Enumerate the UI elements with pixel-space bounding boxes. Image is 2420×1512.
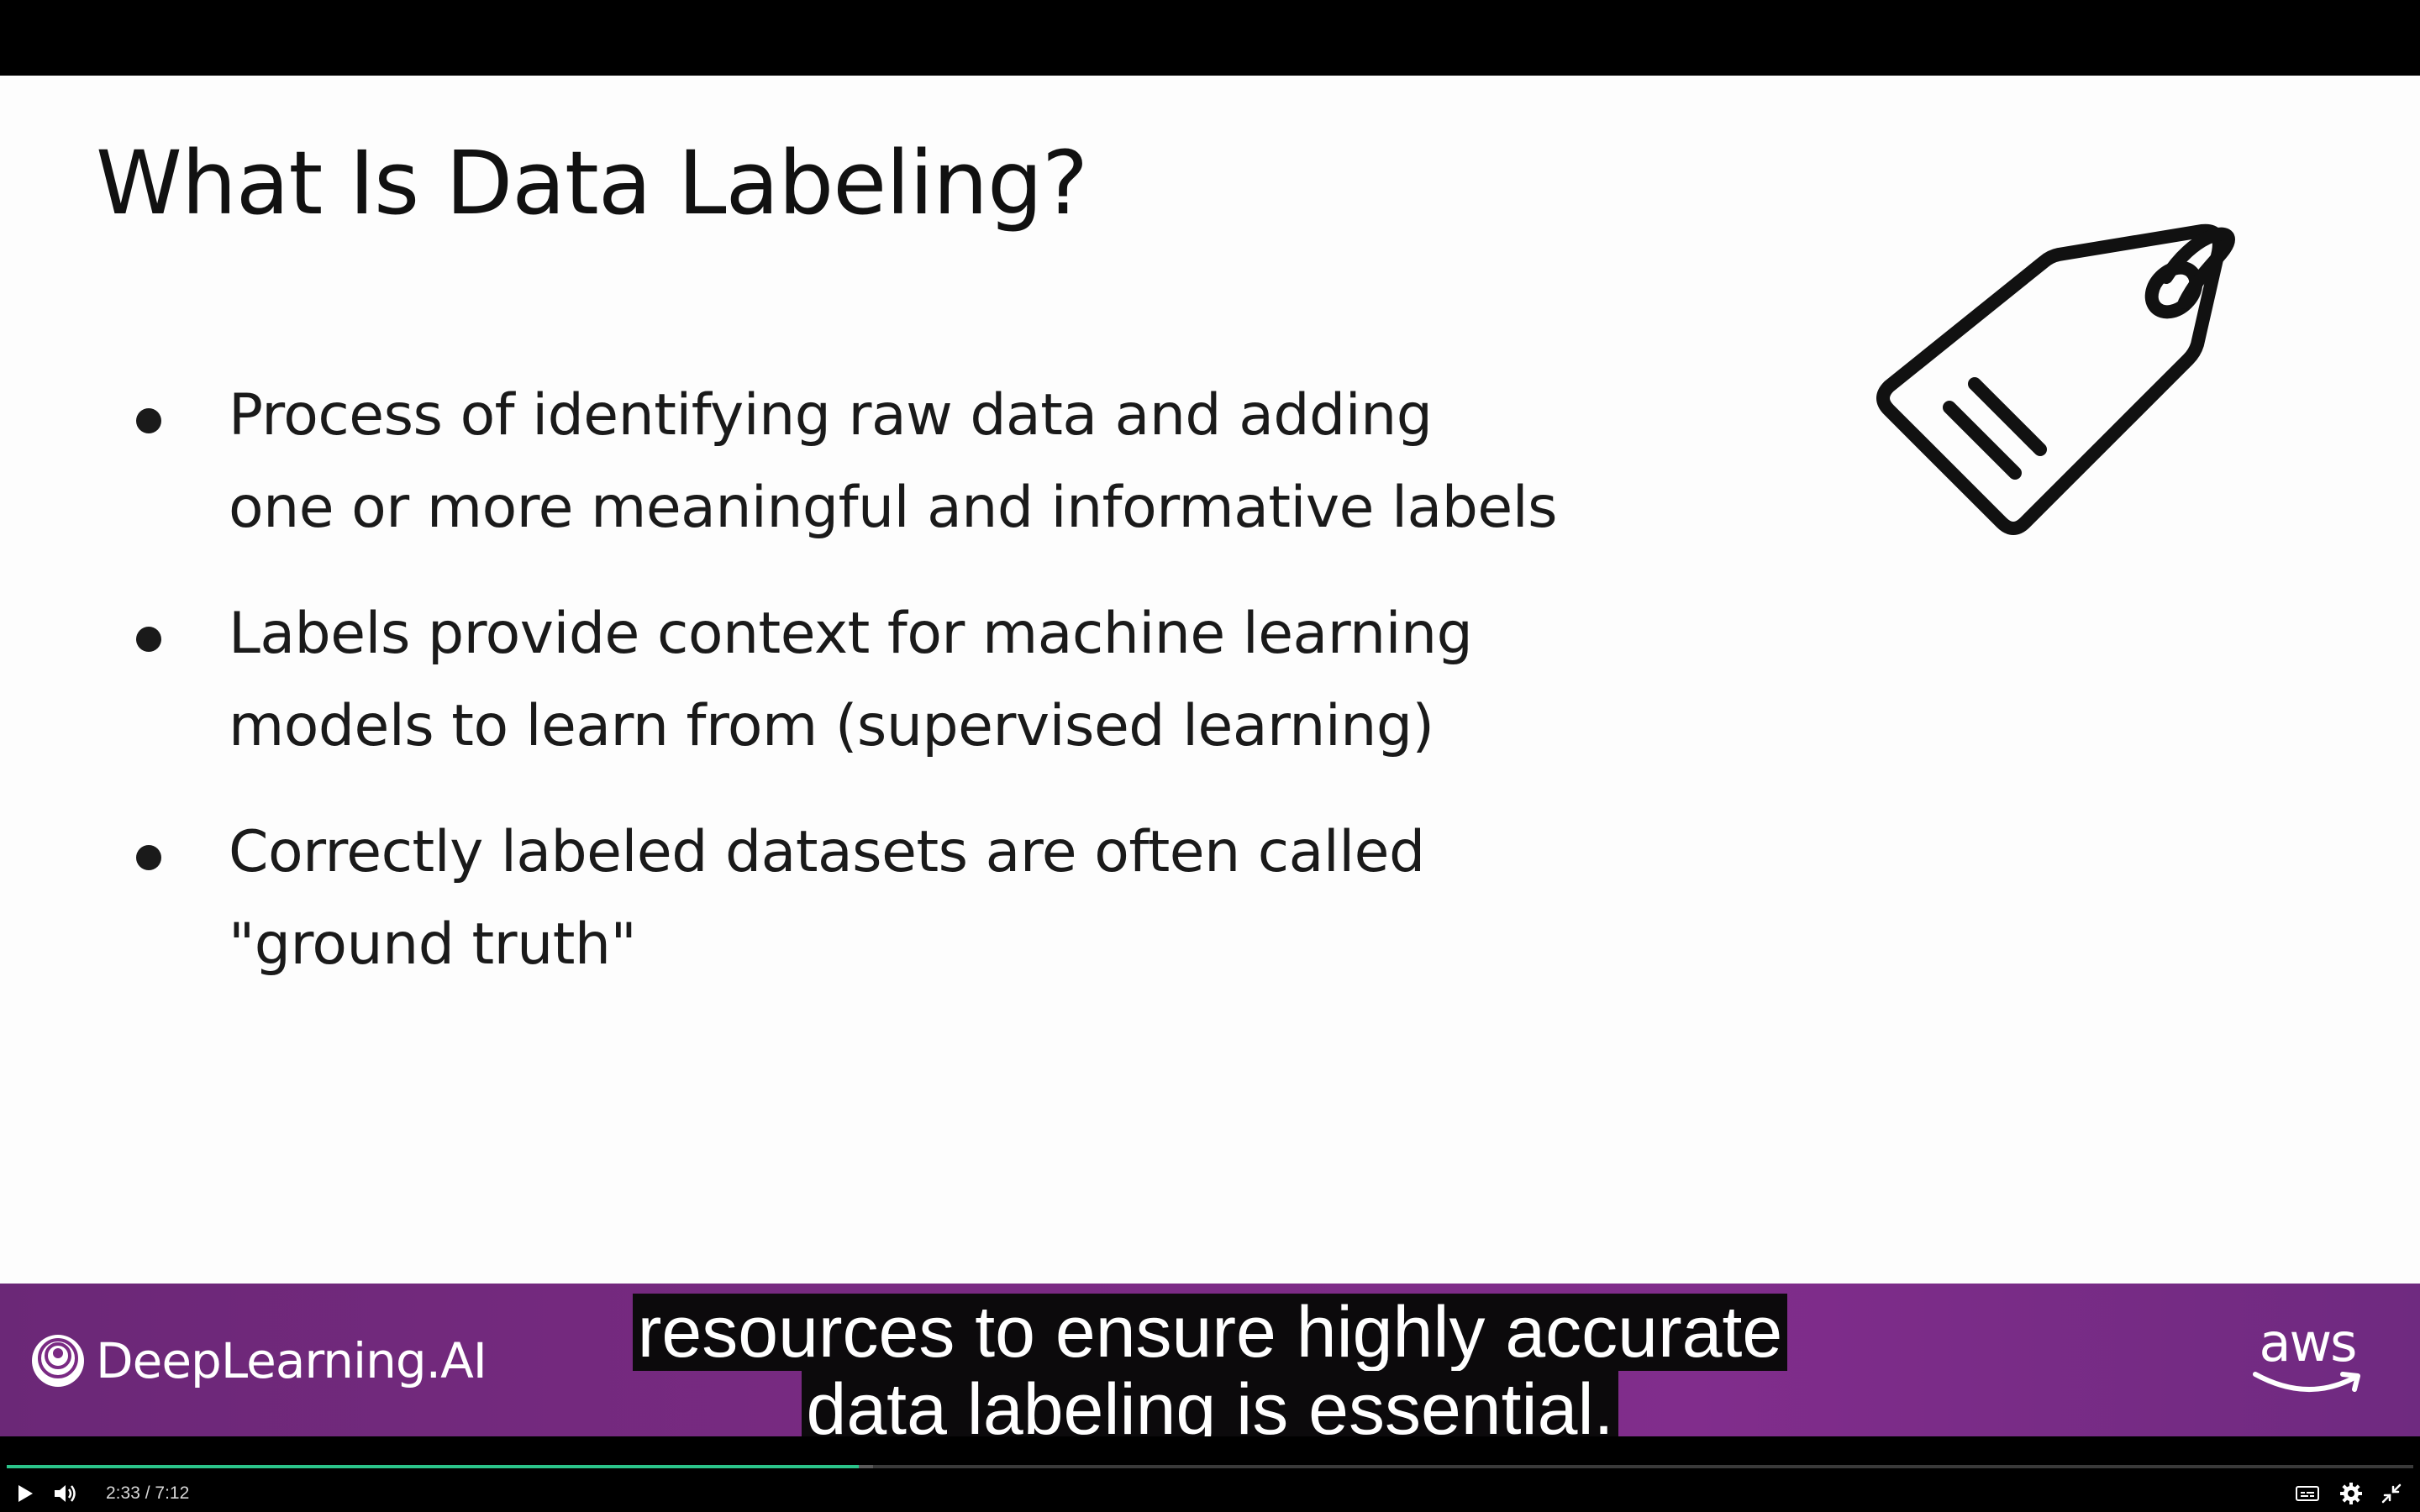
bullet-line: Process of identifying raw data and addi… — [229, 382, 1433, 449]
captions-button[interactable] — [2294, 1480, 2321, 1507]
captions-icon — [2296, 1486, 2319, 1501]
bullet-line: Correctly labeled datasets are often cal… — [229, 819, 1425, 885]
caption-line: resources to ensure highly accurate — [632, 1294, 1788, 1371]
volume-button[interactable] — [52, 1480, 79, 1507]
gear-icon — [2340, 1483, 2362, 1504]
bullet-line: one or more meaningful and informative l… — [229, 475, 1558, 541]
exit-fullscreen-icon — [2381, 1483, 2402, 1504]
bullet-line: models to learn from (supervised learnin… — [229, 693, 1434, 759]
bullet-item: Correctly labeled datasets are often cal… — [126, 806, 1723, 991]
settings-button[interactable] — [2338, 1480, 2365, 1507]
slide: What Is Data Labeling? Process of identi… — [0, 76, 2420, 1284]
captions-overlay: resources to ensure highly accurate data… — [0, 1294, 2420, 1448]
bullet-line: "ground truth" — [229, 911, 637, 978]
slide-title: What Is Data Labeling? — [96, 132, 1088, 234]
play-icon — [18, 1485, 33, 1502]
player-controls: 2:33 / 7:12 — [0, 1436, 2420, 1512]
bullet-item: Labels provide context for machine learn… — [126, 588, 1723, 773]
play-button[interactable] — [12, 1480, 39, 1507]
bullet-line: Labels provide context for machine learn… — [229, 601, 1473, 667]
bullet-list: Process of identifying raw data and addi… — [126, 370, 1723, 1025]
current-time: 2:33 — [106, 1483, 140, 1503]
duration: 7:12 — [155, 1483, 190, 1503]
bullet-dot — [136, 408, 161, 433]
bullet-item: Process of identifying raw data and addi… — [126, 370, 1723, 554]
progress-played — [7, 1465, 859, 1468]
video-player[interactable]: What Is Data Labeling? Process of identi… — [0, 0, 2420, 1512]
time-separator: / — [145, 1483, 150, 1503]
bullet-dot — [136, 845, 161, 870]
progress-bar[interactable] — [7, 1465, 2413, 1468]
time-display: 2:33 / 7:12 — [106, 1482, 189, 1505]
bullet-dot — [136, 627, 161, 652]
exit-fullscreen-button[interactable] — [2378, 1480, 2405, 1507]
volume-icon — [55, 1485, 76, 1502]
tag-icon — [1876, 223, 2235, 535]
